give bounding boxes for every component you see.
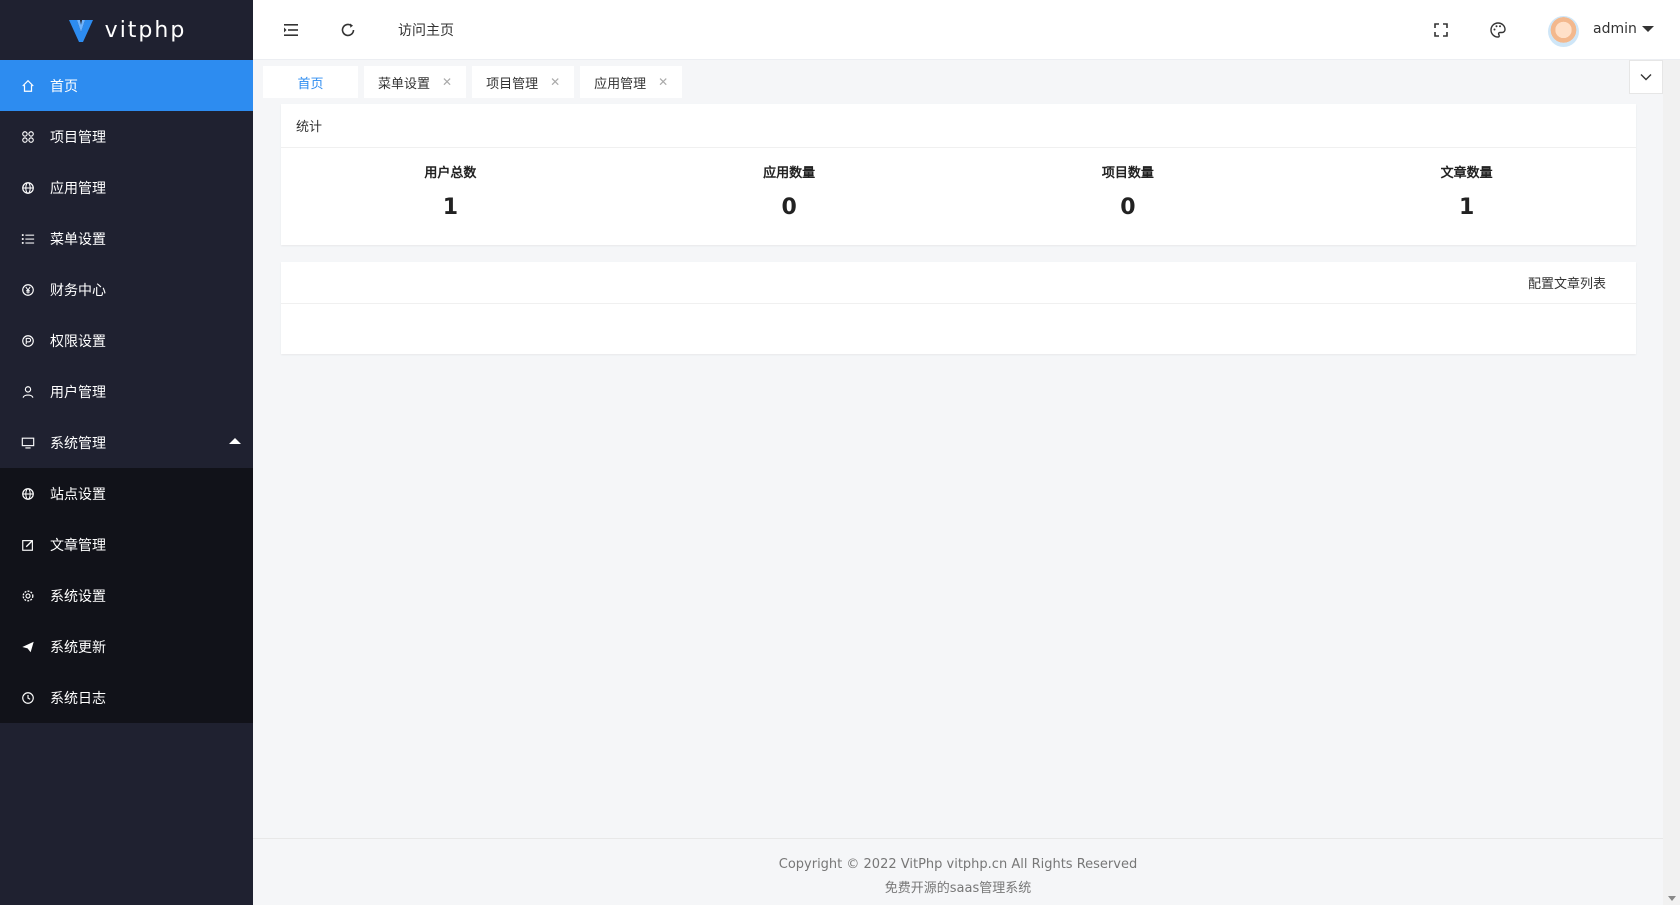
tagline-text: 免费开源的saas管理系统 <box>884 881 1032 896</box>
stat-value: 0 <box>781 195 797 220</box>
sidebar-item-label: 首页 <box>50 78 78 95</box>
visit-home-link[interactable]: 访问主页 <box>398 20 454 40</box>
caret-down-icon[interactable] <box>1642 26 1654 32</box>
home-icon <box>20 78 36 94</box>
avatar[interactable] <box>1548 16 1579 47</box>
clock-icon <box>20 690 36 706</box>
stats-card: 统计 用户总数 1 应用数量 0 项目数量 0 文章数量 1 <box>281 104 1636 245</box>
stat-value: 1 <box>1458 195 1475 220</box>
page-tabs: 首页 菜单设置 ✕ 项目管理 ✕ 应用管理 ✕ <box>263 66 683 98</box>
sidebar-item-label: 站点设置 <box>50 486 106 503</box>
tab-label: 项目管理 <box>486 76 539 92</box>
monitor-icon <box>20 435 36 451</box>
menu-fold-icon <box>284 24 298 36</box>
sidebar-item-system-update[interactable]: 系统更新 <box>0 621 253 672</box>
sidebar-item-home[interactable]: 首页 <box>0 60 253 111</box>
sidebar-menu: 首页 项目管理 应用管理 菜单设置 财务中心 权限设置 用户管理 系统管理 站点… <box>0 60 253 723</box>
sidebar-item-system-log[interactable]: 系统日志 <box>0 672 253 723</box>
config-article-list-link[interactable]: 配置文章列表 <box>281 262 1636 304</box>
globe-icon <box>20 180 36 196</box>
caret-up-icon <box>229 438 241 444</box>
user-icon <box>20 384 36 400</box>
menu-toggle-button[interactable] <box>279 18 303 42</box>
close-icon[interactable]: ✕ <box>442 75 452 89</box>
sidebar-item-label: 权限设置 <box>50 333 106 350</box>
sidebar-item-site-settings[interactable]: 站点设置 <box>0 468 253 519</box>
palette-icon <box>1490 22 1506 38</box>
yen-icon <box>20 282 36 298</box>
sidebar-item-label: 用户管理 <box>50 384 106 401</box>
sidebar-item-users[interactable]: 用户管理 <box>0 366 253 417</box>
close-icon[interactable]: ✕ <box>550 75 560 89</box>
edit-icon <box>20 537 36 553</box>
list-icon <box>20 231 36 247</box>
sidebar-item-apps[interactable]: 应用管理 <box>0 162 253 213</box>
scroll-down-arrow-icon[interactable] <box>1668 896 1676 901</box>
stat-user-total: 用户总数 1 <box>281 148 620 245</box>
brand-name: vitphp <box>104 17 187 43</box>
fullscreen-icon <box>1434 23 1448 37</box>
tab-projects[interactable]: 项目管理 ✕ <box>472 66 575 98</box>
sidebar-item-permissions[interactable]: 权限设置 <box>0 315 253 366</box>
tabs-more-button[interactable] <box>1629 60 1663 94</box>
sidebar-item-projects[interactable]: 项目管理 <box>0 111 253 162</box>
stats-row: 用户总数 1 应用数量 0 项目数量 0 文章数量 1 <box>281 148 1636 245</box>
sidebar-item-system-settings[interactable]: 系统设置 <box>0 570 253 621</box>
refresh-icon <box>341 23 355 37</box>
tab-home[interactable]: 首页 <box>263 66 358 98</box>
stat-label: 用户总数 <box>424 166 477 181</box>
sidebar-item-articles[interactable]: 文章管理 <box>0 519 253 570</box>
sidebar-item-label: 系统管理 <box>50 435 106 452</box>
tab-menu-settings[interactable]: 菜单设置 ✕ <box>364 66 467 98</box>
logo[interactable]: vitphp <box>0 0 253 60</box>
stat-value: 0 <box>1120 195 1136 220</box>
sidebar-item-label: 系统设置 <box>50 588 106 605</box>
copyright-text: Copyright © 2022 VitPhp vitphp.cn All Ri… <box>778 857 1138 872</box>
tab-apps[interactable]: 应用管理 ✕ <box>580 66 683 98</box>
card-title: 统计 <box>281 104 1636 148</box>
apps-icon <box>20 129 36 145</box>
tab-label: 菜单设置 <box>378 76 431 92</box>
sidebar: vitphp 首页 项目管理 应用管理 菜单设置 财务中心 权限设置 用户管理 … <box>0 0 253 905</box>
fullscreen-button[interactable] <box>1429 18 1453 42</box>
sidebar-item-label: 系统更新 <box>50 639 106 656</box>
sidebar-item-label: 项目管理 <box>50 129 106 146</box>
sidebar-item-label: 文章管理 <box>50 537 106 554</box>
globe-icon <box>20 486 36 502</box>
v-logo-icon <box>68 20 93 42</box>
articles-card: 配置文章列表 <box>281 262 1636 354</box>
sidebar-item-system[interactable]: 系统管理 <box>0 417 253 468</box>
user-name[interactable]: admin <box>1593 21 1637 37</box>
sidebar-item-menu-settings[interactable]: 菜单设置 <box>0 213 253 264</box>
sidebar-item-label: 应用管理 <box>50 180 106 197</box>
sidebar-item-label: 财务中心 <box>50 282 106 299</box>
gear-icon <box>20 588 36 604</box>
stat-value: 1 <box>442 195 459 220</box>
stat-article-count: 文章数量 1 <box>1297 148 1636 245</box>
system-submenu: 站点设置 文章管理 系统设置 系统更新 系统日志 <box>0 468 253 723</box>
sidebar-item-label: 系统日志 <box>50 690 106 707</box>
stat-project-count: 项目数量 0 <box>959 148 1298 245</box>
tab-label: 首页 <box>297 76 324 92</box>
send-icon <box>20 639 36 655</box>
footer: Copyright © 2022 VitPhp vitphp.cn All Ri… <box>253 838 1663 905</box>
tab-label: 应用管理 <box>594 76 647 92</box>
stat-app-count: 应用数量 0 <box>620 148 959 245</box>
close-icon[interactable]: ✕ <box>658 75 668 89</box>
top-header: 访问主页 admin <box>253 0 1680 60</box>
stat-label: 项目数量 <box>1101 166 1154 181</box>
refresh-button[interactable] <box>336 18 360 42</box>
theme-button[interactable] <box>1486 18 1510 42</box>
stat-label: 文章数量 <box>1440 166 1493 181</box>
shield-icon <box>20 333 36 349</box>
page-scrollbar[interactable] <box>1663 60 1680 905</box>
stat-label: 应用数量 <box>763 166 816 181</box>
sidebar-item-label: 菜单设置 <box>50 231 106 248</box>
sidebar-item-finance[interactable]: 财务中心 <box>0 264 253 315</box>
chevron-down-icon <box>1640 74 1652 81</box>
